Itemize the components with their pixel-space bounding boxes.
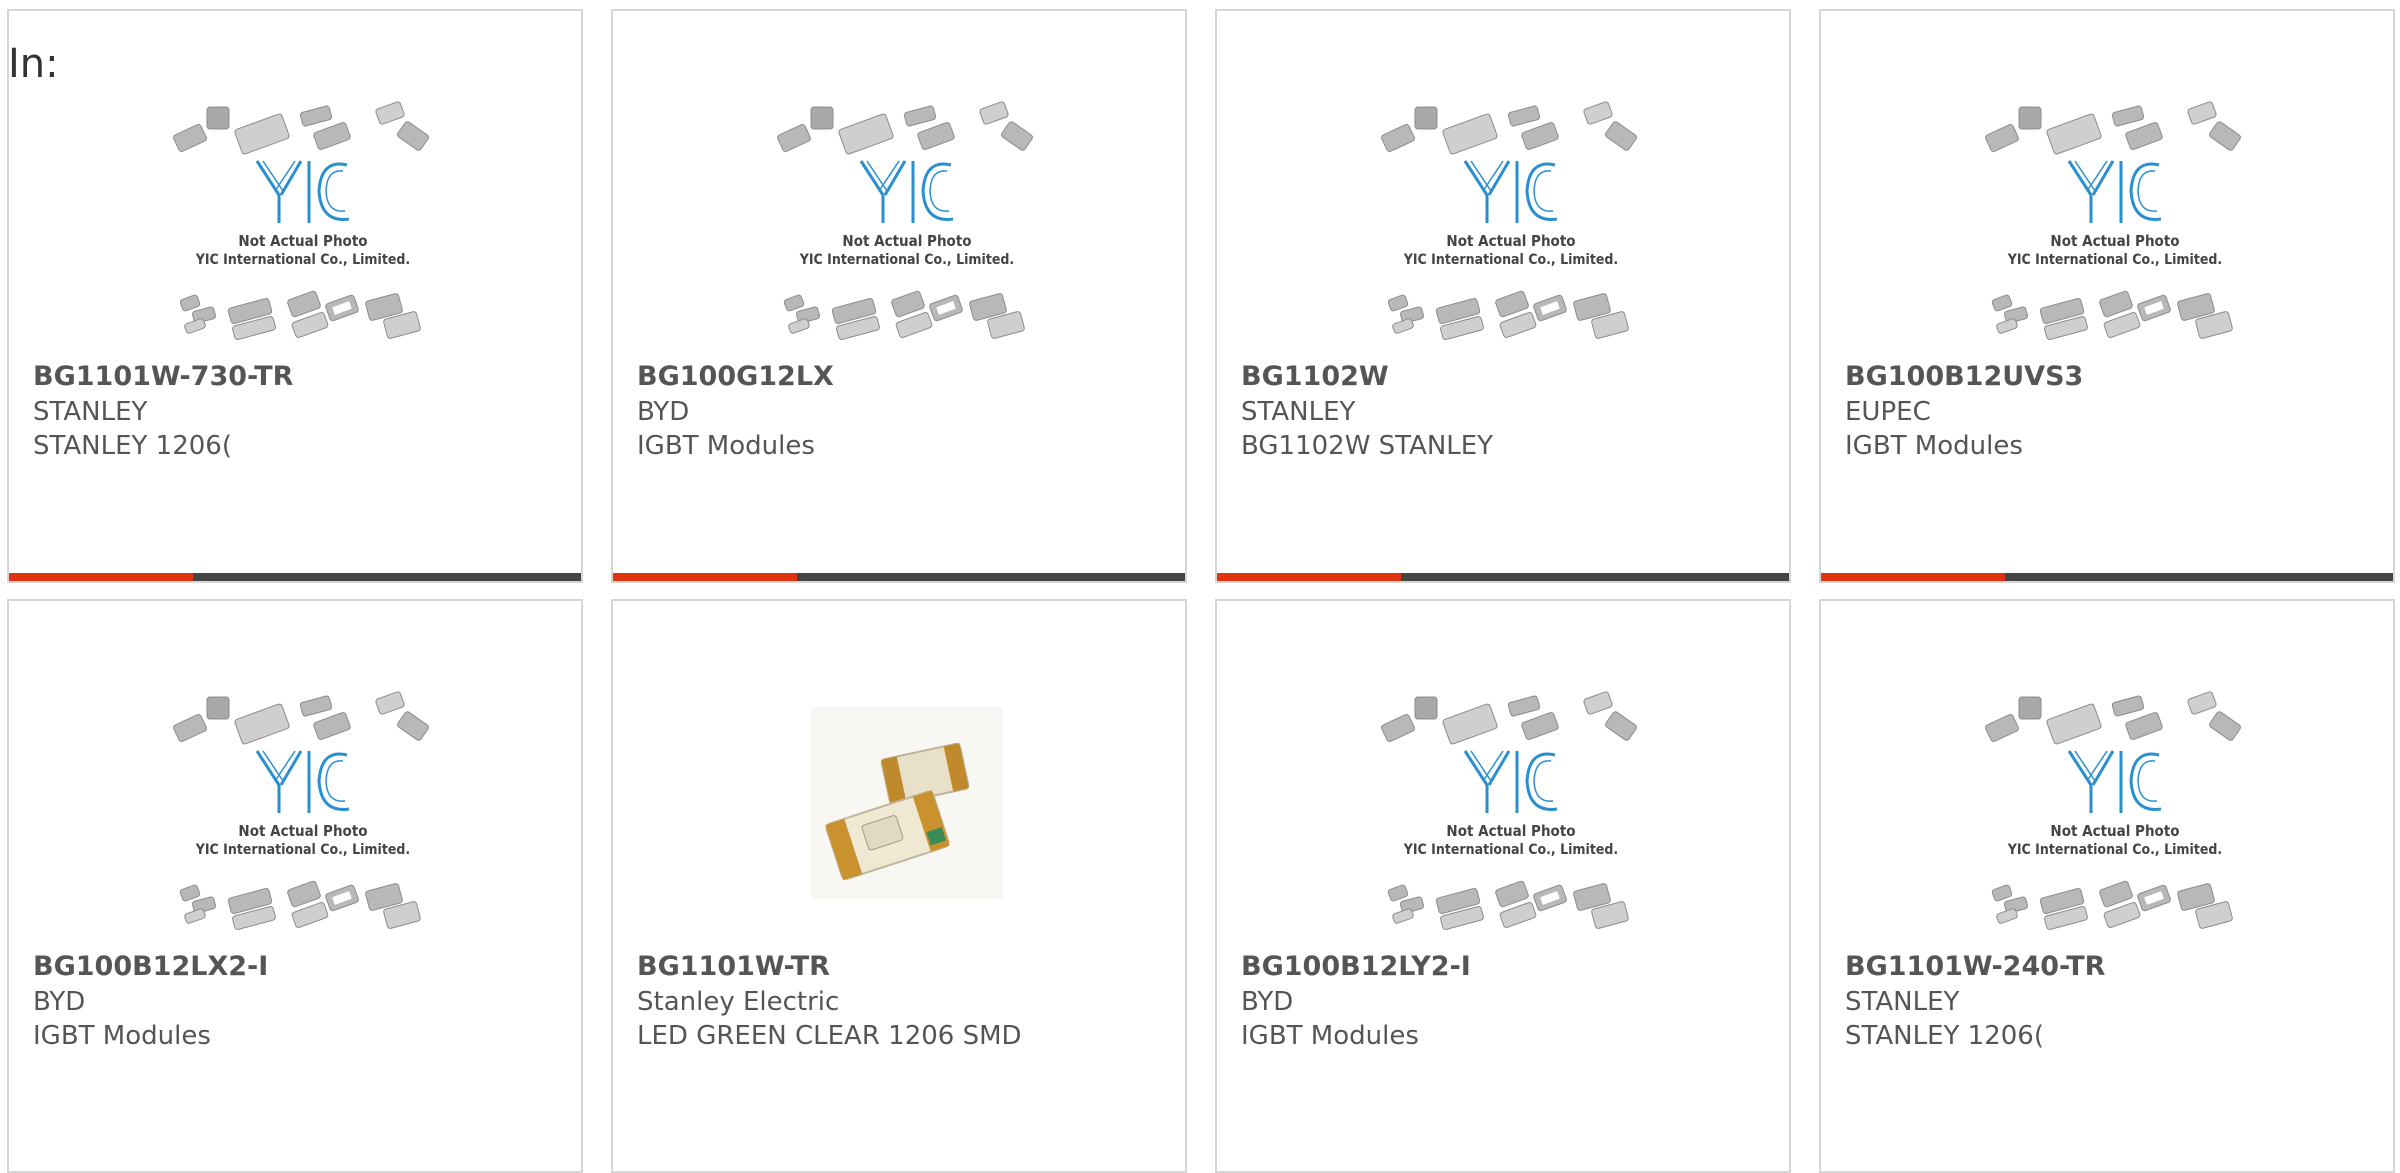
yic-logo xyxy=(1463,160,1558,223)
placeholder-line-1: Not Actual Photo xyxy=(1446,232,1575,250)
component-sketches-bottom xyxy=(1991,290,2233,341)
component-sketches-bottom xyxy=(783,290,1025,341)
product-description: IGBT Modules xyxy=(637,431,815,461)
product-part-number[interactable]: BG100B12LY2-I xyxy=(1241,951,1471,982)
card-bar-accent xyxy=(1217,573,1401,581)
product-image[interactable] xyxy=(775,689,1039,937)
product-manufacturer: BYD xyxy=(637,397,690,427)
product-part-number[interactable]: BG1102W xyxy=(1241,361,1389,392)
yic-logo xyxy=(2067,750,2162,813)
product-description: IGBT Modules xyxy=(1241,1021,1419,1051)
product-part-number[interactable]: BG1101W-730-TR xyxy=(33,361,293,392)
component-sketches-top xyxy=(1985,691,2241,745)
card-bottom-bar xyxy=(1821,573,2393,581)
product-description: STANLEY 1206( xyxy=(33,431,232,461)
product-manufacturer: STANLEY xyxy=(1241,397,1356,427)
product-card[interactable]: Not Actual Photo YIC International Co., L… xyxy=(1215,9,1791,583)
card-bottom-bar xyxy=(9,573,581,581)
placeholder-line-1: Not Actual Photo xyxy=(2050,232,2179,250)
product-manufacturer: STANLEY xyxy=(1845,987,1960,1017)
component-sketches-top xyxy=(1381,691,1637,745)
component-sketches-bottom xyxy=(1991,880,2233,931)
product-part-number[interactable]: BG100G12LX xyxy=(637,361,834,392)
product-manufacturer: BYD xyxy=(33,987,86,1017)
card-bar-accent xyxy=(1821,573,2005,581)
product-description: IGBT Modules xyxy=(33,1021,211,1051)
component-sketches-bottom xyxy=(1387,290,1629,341)
component-sketches-bottom xyxy=(1387,880,1629,931)
component-sketches-top xyxy=(173,691,429,745)
card-bottom-bar xyxy=(613,573,1185,581)
product-card[interactable]: Not Actual Photo YIC International Co., L… xyxy=(1819,9,2395,583)
product-image[interactable]: Not Actual Photo YIC International Co., L… xyxy=(1983,689,2247,937)
yic-logo xyxy=(255,160,350,223)
product-image[interactable]: Not Actual Photo YIC International Co., L… xyxy=(171,689,435,937)
product-part-number[interactable]: BG1101W-TR xyxy=(637,951,830,982)
product-card[interactable]: Not Actual Photo YIC International Co., L… xyxy=(1819,599,2395,1173)
product-manufacturer: BYD xyxy=(1241,987,1294,1017)
product-image[interactable]: Not Actual Photo YIC International Co., L… xyxy=(1379,99,1643,347)
yic-logo xyxy=(859,160,954,223)
product-part-number[interactable]: BG100B12LX2-I xyxy=(33,951,268,982)
yic-logo xyxy=(1463,750,1558,813)
product-description: LED GREEN CLEAR 1206 SMD xyxy=(637,1021,1022,1051)
placeholder-line-1: Not Actual Photo xyxy=(2050,822,2179,840)
placeholder-line-2: YIC International Co., Limited. xyxy=(2007,252,2222,268)
placeholder-line-2: YIC International Co., Limited. xyxy=(2007,842,2222,858)
yic-logo xyxy=(2067,160,2162,223)
component-sketches-bottom xyxy=(179,880,421,931)
component-sketches-top xyxy=(777,101,1033,155)
product-image[interactable]: Not Actual Photo YIC International Co., L… xyxy=(1983,99,2247,347)
placeholder-line-1: Not Actual Photo xyxy=(1446,822,1575,840)
card-bar-accent xyxy=(9,573,193,581)
placeholder-line-1: Not Actual Photo xyxy=(842,232,971,250)
product-card[interactable]: Not Actual Photo YIC International Co., L… xyxy=(1215,599,1791,1173)
component-sketches-top xyxy=(1985,101,2241,155)
product-image[interactable]: Not Actual Photo YIC International Co., L… xyxy=(775,99,1039,347)
product-manufacturer: STANLEY xyxy=(33,397,148,427)
placeholder-line-2: YIC International Co., Limited. xyxy=(799,252,1014,268)
product-description: IGBT Modules xyxy=(1845,431,2023,461)
product-part-number[interactable]: BG1101W-240-TR xyxy=(1845,951,2105,982)
product-card[interactable]: Not Actual Photo YIC International Co., L… xyxy=(7,9,583,583)
product-part-number[interactable]: BG100B12UVS3 xyxy=(1845,361,2083,392)
product-image[interactable]: Not Actual Photo YIC International Co., L… xyxy=(171,99,435,347)
placeholder-line-1: Not Actual Photo xyxy=(238,822,367,840)
card-bar-accent xyxy=(613,573,797,581)
card-bottom-bar xyxy=(1217,573,1789,581)
component-sketches-bottom xyxy=(179,290,421,341)
product-manufacturer: Stanley Electric xyxy=(637,987,840,1017)
component-sketches-top xyxy=(1381,101,1637,155)
product-card[interactable]: Not Actual Photo YIC International Co., L… xyxy=(611,9,1187,583)
product-card[interactable]: Not Actual Photo YIC International Co., L… xyxy=(7,599,583,1173)
product-description: STANLEY 1206( xyxy=(1845,1021,2044,1051)
filter-label: In: xyxy=(8,41,59,87)
product-description: BG1102W STANLEY xyxy=(1241,431,1494,461)
placeholder-line-2: YIC International Co., Limited. xyxy=(1403,842,1618,858)
component-sketches-top xyxy=(173,101,429,155)
placeholder-line-2: YIC International Co., Limited. xyxy=(195,252,410,268)
placeholder-line-2: YIC International Co., Limited. xyxy=(1403,252,1618,268)
placeholder-line-1: Not Actual Photo xyxy=(238,232,367,250)
placeholder-line-2: YIC International Co., Limited. xyxy=(195,842,410,858)
product-manufacturer: EUPEC xyxy=(1845,397,1931,427)
yic-logo xyxy=(255,750,350,813)
product-image[interactable]: Not Actual Photo YIC International Co., L… xyxy=(1379,689,1643,937)
product-card[interactable]: BG1101W-TR Stanley Electric LED GREEN CL… xyxy=(611,599,1187,1173)
